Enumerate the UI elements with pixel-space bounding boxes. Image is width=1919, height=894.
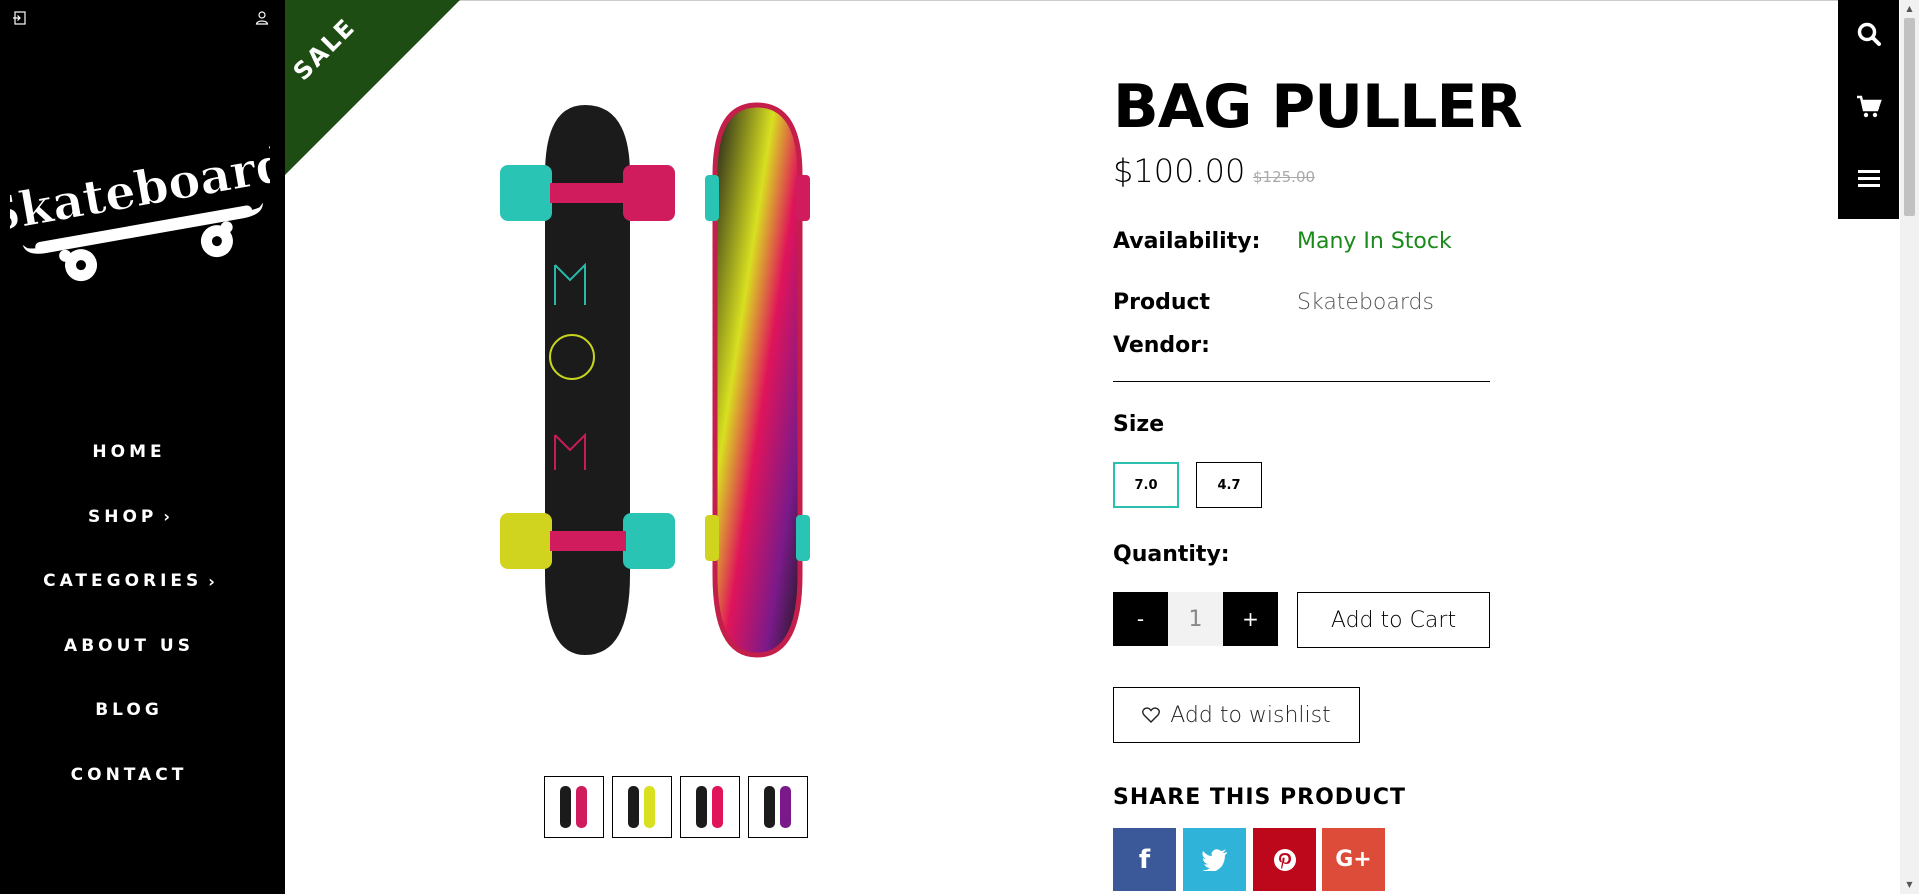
menu-icon — [1857, 170, 1880, 187]
sale-ribbon: SALE — [285, 0, 460, 175]
nav-contact[interactable]: CONTACT — [0, 743, 258, 808]
nav-shop-label: SHOP — [88, 506, 158, 527]
product-title: BAG PULLER — [1113, 72, 1523, 142]
nav-categories-label: CATEGORIES — [43, 571, 203, 592]
availability-label: Availability: — [1113, 229, 1261, 254]
skateboard-logo[interactable]: Skateboard — [10, 128, 270, 288]
twitter-icon — [1201, 848, 1227, 871]
quantity-decrease-button[interactable]: - — [1113, 592, 1168, 646]
product-price: $100.00 — [1113, 152, 1246, 190]
facebook-icon: f — [1138, 844, 1151, 875]
quantity-input[interactable] — [1168, 592, 1223, 646]
thumbnail-1[interactable] — [544, 776, 604, 838]
nav-blog-label: BLOG — [95, 700, 163, 721]
quantity-increase-button[interactable]: + — [1223, 592, 1278, 646]
top-border — [285, 0, 1838, 1]
divider — [1113, 381, 1490, 382]
share-title: SHARE THIS PRODUCT — [1113, 785, 1407, 810]
nav-contact-label: CONTACT — [70, 764, 188, 785]
heart-icon — [1142, 707, 1161, 723]
product-old-price: $125.00 — [1253, 168, 1316, 186]
scroll-thumb[interactable] — [1904, 18, 1915, 216]
cart-button[interactable] — [1838, 77, 1899, 137]
quantity-label: Quantity: — [1113, 542, 1230, 567]
sidebar: Skateboard HOME SHOP › CATEGORIES › ABOUT … — [0, 0, 285, 894]
chevron-right-icon: › — [163, 507, 170, 527]
scroll-down-arrow-icon[interactable]: ▼ — [1904, 880, 1915, 890]
thumbnail-strip — [544, 776, 808, 838]
twitter-share-button[interactable] — [1183, 828, 1246, 891]
nav-categories[interactable]: CATEGORIES › — [0, 549, 258, 614]
product-main-image[interactable] — [490, 95, 870, 675]
size-option-7-0[interactable]: 7.0 — [1113, 462, 1179, 508]
thumbnail-2[interactable] — [612, 776, 672, 838]
thumbnail-3[interactable] — [680, 776, 740, 838]
vendor-label: Product Vendor: — [1113, 290, 1211, 358]
google-plus-icon: G+ — [1335, 847, 1372, 872]
search-icon — [1857, 22, 1881, 46]
thumbnail-4[interactable] — [748, 776, 808, 838]
vendor-value[interactable]: Skateboards — [1297, 281, 1434, 324]
nav-about-label: ABOUT US — [64, 635, 194, 656]
nav-about-us[interactable]: ABOUT US — [0, 614, 258, 679]
wishlist-label: Add to wishlist — [1170, 702, 1331, 728]
nav-blog[interactable]: BLOG — [0, 678, 258, 743]
facebook-share-button[interactable]: f — [1113, 828, 1176, 891]
scroll-up-arrow-icon[interactable]: ▲ — [1904, 4, 1915, 14]
user-icon[interactable] — [254, 10, 270, 26]
menu-button[interactable] — [1838, 148, 1899, 208]
google-plus-share-button[interactable]: G+ — [1322, 828, 1385, 891]
nav-home-label: HOME — [92, 442, 166, 463]
page-scrollbar[interactable]: ▲ ▼ — [1900, 0, 1919, 894]
login-icon[interactable] — [12, 10, 28, 26]
size-label: Size — [1113, 412, 1165, 437]
add-to-cart-button[interactable]: Add to Cart — [1297, 592, 1490, 648]
pinterest-icon — [1273, 848, 1296, 871]
pinterest-share-button[interactable] — [1253, 828, 1316, 891]
search-button[interactable] — [1838, 4, 1899, 64]
main-nav: HOME SHOP › CATEGORIES › ABOUT US BLOG CON… — [0, 420, 258, 807]
utility-bar — [1838, 0, 1899, 219]
nav-home[interactable]: HOME — [0, 420, 258, 485]
nav-shop[interactable]: SHOP › — [0, 485, 258, 550]
add-to-wishlist-button[interactable]: Add to wishlist — [1113, 687, 1360, 743]
availability-value: Many In Stock — [1297, 229, 1452, 254]
chevron-right-icon: › — [208, 571, 215, 591]
cart-icon — [1856, 95, 1882, 118]
size-option-4-7[interactable]: 4.7 — [1196, 462, 1262, 508]
